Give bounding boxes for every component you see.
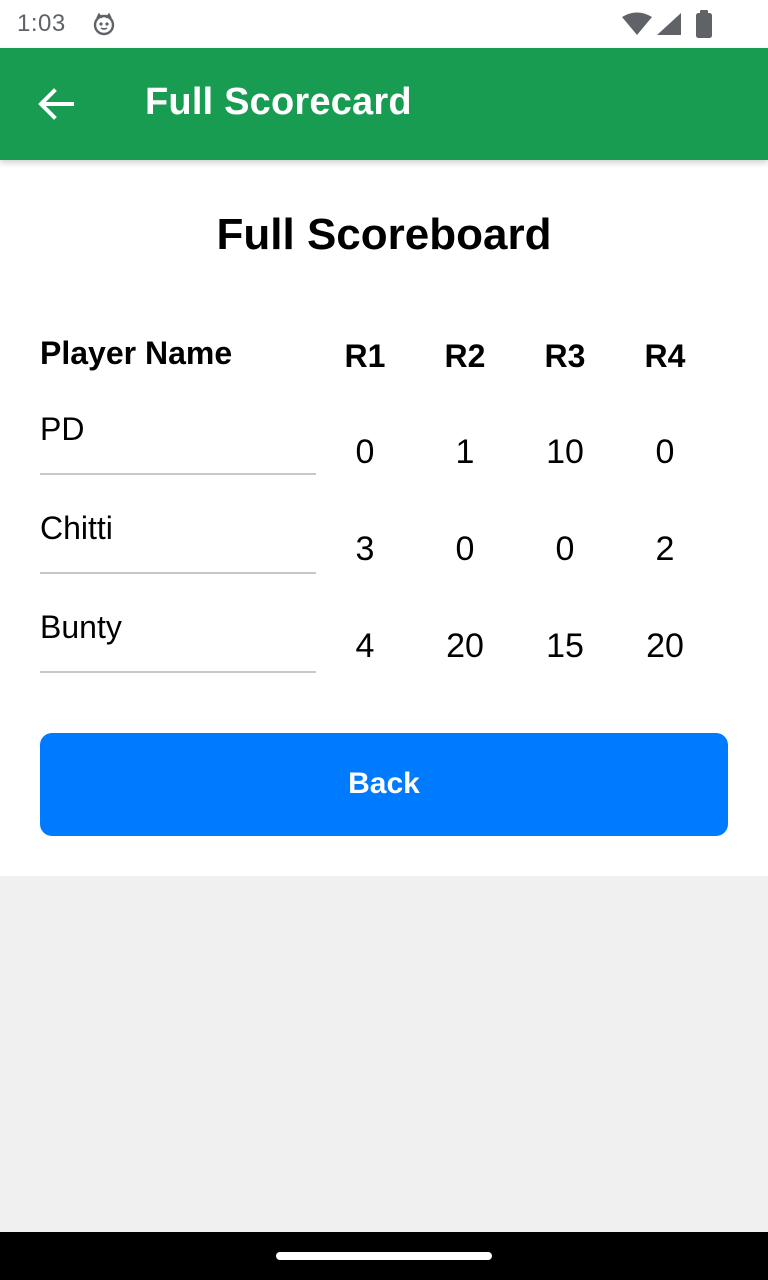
score-cell: 10 <box>546 433 584 471</box>
score-cell: 20 <box>646 627 684 665</box>
round-header-r4: R4 <box>644 338 686 374</box>
round-header-r1: R1 <box>344 338 386 374</box>
cat-notification-icon <box>93 12 115 36</box>
player-name-field[interactable]: Bunty <box>40 599 316 673</box>
player-name-value: PD <box>40 411 85 447</box>
round-header-r3: R3 <box>544 338 586 374</box>
system-navigation-bar <box>0 1232 768 1280</box>
app-title: Full Scorecard <box>145 81 412 123</box>
player-name-header: Player Name <box>40 335 233 371</box>
player-name-field[interactable]: Chitti <box>40 500 316 574</box>
score-cell: 20 <box>446 627 484 665</box>
player-name-value: Bunty <box>40 609 122 645</box>
player-name-value: Chitti <box>40 510 113 546</box>
score-cell: 0 <box>655 433 675 471</box>
battery-icon <box>696 10 712 38</box>
back-button[interactable]: Back <box>40 733 728 836</box>
arrow-back-icon[interactable] <box>36 84 76 124</box>
score-cell: 0 <box>455 530 475 568</box>
score-cell: 2 <box>655 530 675 568</box>
status-time: 1:03 <box>17 10 66 37</box>
score-cell: 15 <box>546 627 584 665</box>
page-title: Full Scoreboard <box>216 210 552 259</box>
wifi-icon <box>622 12 652 35</box>
score-cell: 0 <box>555 530 575 568</box>
app-bar: Full Scorecard <box>0 48 768 160</box>
cell-signal-icon <box>657 13 681 35</box>
player-name-field[interactable]: PD <box>40 401 316 475</box>
round-header-r2: R2 <box>444 338 486 374</box>
score-cell: 4 <box>355 627 375 665</box>
scoreboard-panel: Full Scoreboard Player Name R1 R2 R3 R4 … <box>0 160 768 876</box>
score-cell: 3 <box>355 530 375 568</box>
score-cell: 0 <box>355 433 375 471</box>
score-cell: 1 <box>455 433 475 471</box>
back-button-label: Back <box>348 767 420 800</box>
gesture-handle[interactable] <box>276 1252 492 1260</box>
status-bar: 1:03 <box>0 0 768 48</box>
